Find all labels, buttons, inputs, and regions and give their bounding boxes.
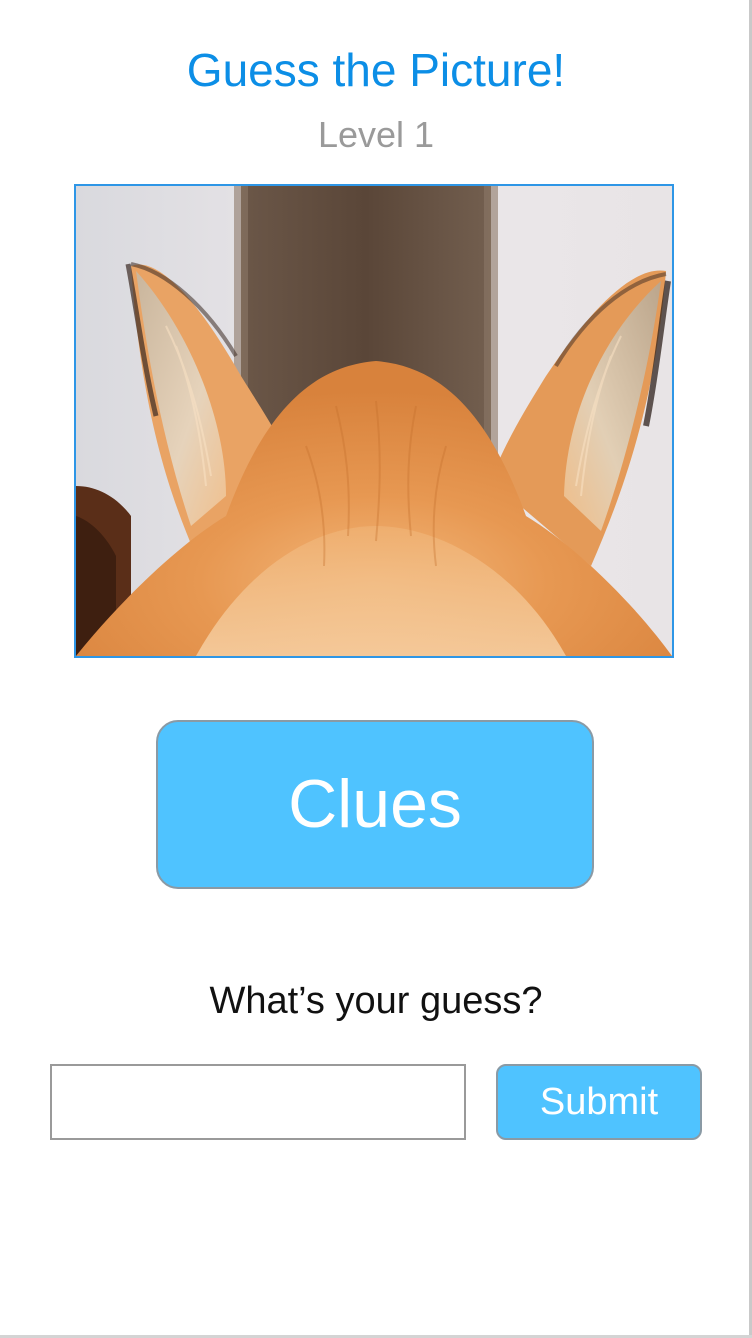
game-title: Guess the Picture! (186, 44, 566, 96)
puzzle-image (74, 184, 674, 658)
guess-prompt: What’s your guess? (209, 980, 543, 1022)
clues-button[interactable]: Clues (156, 720, 594, 889)
level-indicator: Level 1 (317, 114, 435, 155)
submit-button[interactable]: Submit (496, 1064, 702, 1140)
fox-ears-icon (76, 186, 672, 656)
guess-input[interactable] (50, 1064, 466, 1140)
